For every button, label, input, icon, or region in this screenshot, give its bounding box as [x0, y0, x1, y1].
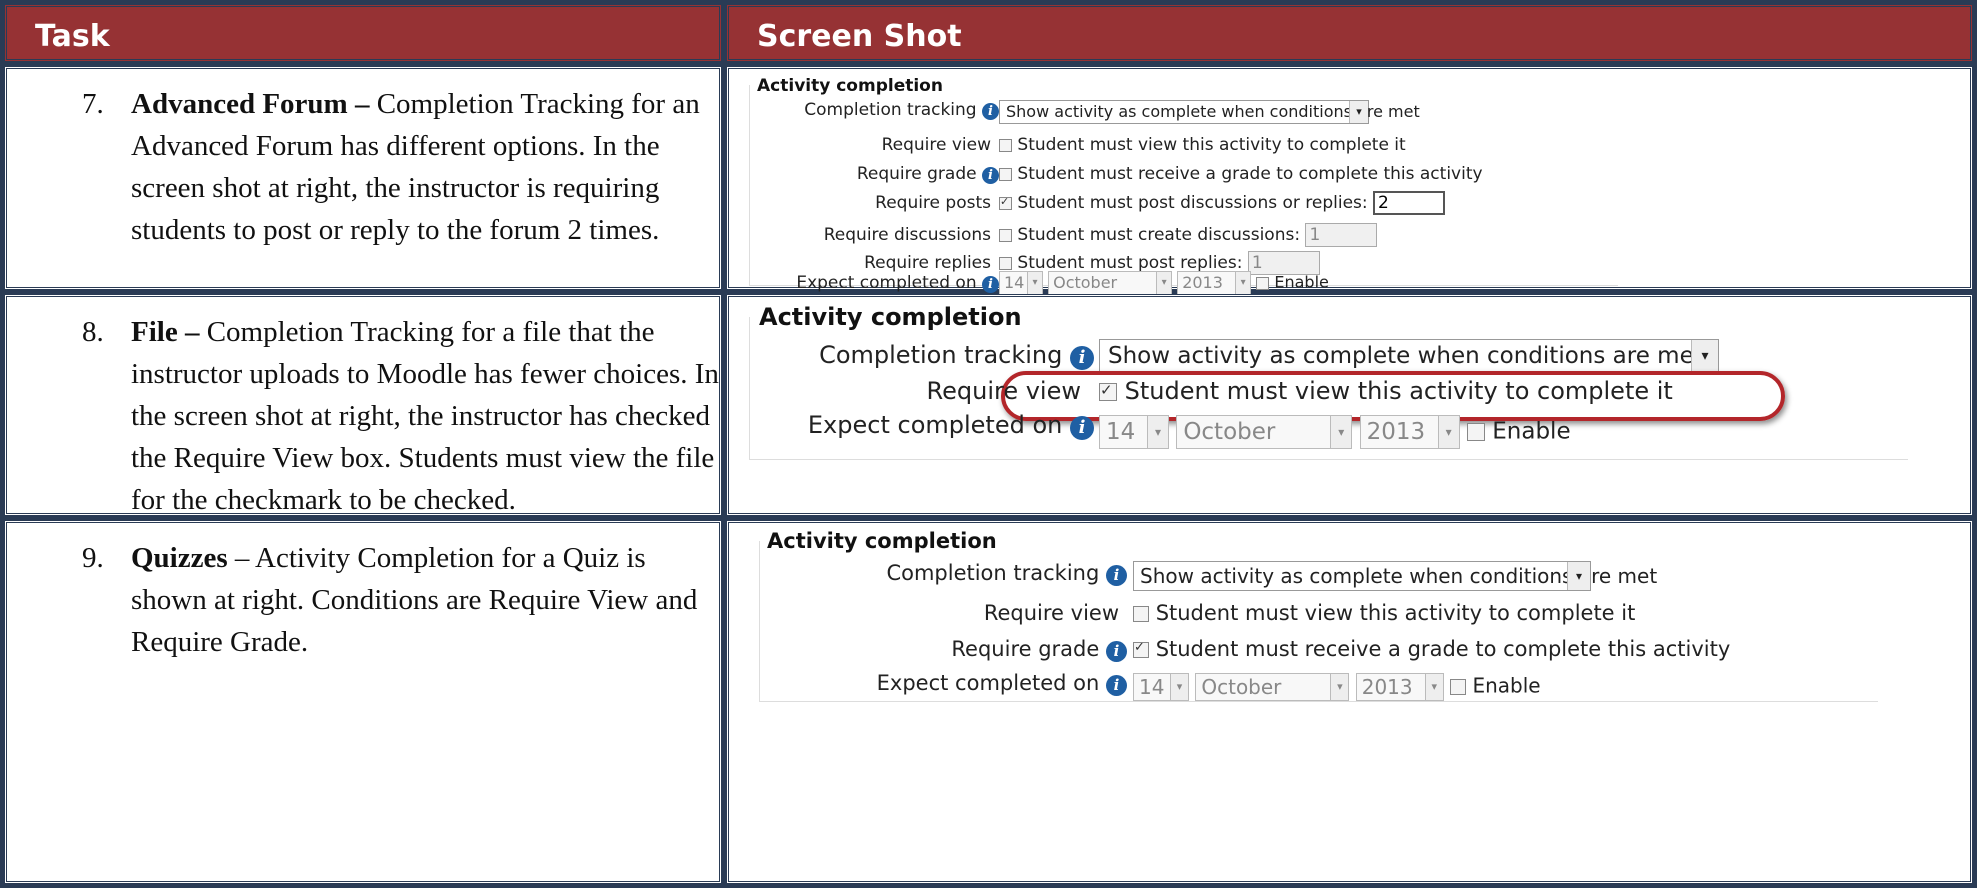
header-screenshot: Screen Shot — [726, 4, 1973, 62]
require-discussions-label: Require discussions — [823, 225, 991, 245]
completion-tracking-select[interactable]: Show activity as complete when condition… — [1133, 561, 1657, 591]
info-icon[interactable]: i — [1106, 565, 1127, 586]
month-select[interactable]: October ▾ — [1048, 271, 1173, 295]
require-grade-label: Require grade i — [857, 164, 999, 184]
task-title: File – — [131, 316, 200, 348]
screenshot-cell-8: Activity completion Completion tracking … — [726, 294, 1973, 516]
activity-completion-form-file: Activity completion Completion tracking … — [749, 301, 1909, 461]
task-title: Advanced Forum – — [131, 88, 370, 120]
fieldset-legend: Activity completion — [757, 76, 943, 96]
require-grade-option[interactable]: Student must receive a grade to complete… — [999, 164, 1483, 184]
require-grade-checkbox[interactable] — [1133, 640, 1149, 658]
screenshot-cell-7: Activity completion Completion tracking … — [726, 66, 1973, 295]
require-view-option[interactable]: Student must view this activity to compl… — [1099, 377, 1673, 405]
require-posts-option[interactable]: Student must post discussions or replies… — [999, 191, 1446, 215]
completion-tracking-select[interactable]: Show activity as complete when condition… — [999, 100, 1420, 124]
require-discussions-input[interactable]: 1 — [1305, 223, 1378, 247]
require-posts-checkbox[interactable] — [999, 195, 1012, 210]
instruction-table: Task Screen Shot 7. Advanced Forum – Com… — [0, 0, 1977, 888]
info-icon[interactable]: i — [1070, 346, 1094, 370]
dropdown-arrow-icon: ▾ — [1156, 272, 1172, 294]
year-select[interactable]: 2013 ▾ — [1355, 673, 1444, 701]
task-cell-7: 7. Advanced Forum – Completion Tracking … — [4, 66, 722, 290]
require-discussions-option[interactable]: Student must create discussions: 1 — [999, 223, 1378, 247]
require-posts-label: Require posts — [875, 193, 991, 213]
task-cell-9: 9. Quizzes – Activity Completion for a Q… — [4, 520, 722, 884]
month-select[interactable]: October ▾ — [1195, 673, 1350, 701]
expect-completed-fields: 14 ▾ October ▾ 2013 ▾ Enable — [999, 271, 1329, 295]
activity-completion-form-quiz: Activity completion Completion tracking … — [759, 527, 1879, 705]
completion-tracking-select[interactable]: Show activity as complete when condition… — [1099, 339, 1719, 373]
require-view-label: Require view — [881, 135, 991, 155]
dropdown-arrow-icon: ▾ — [1027, 272, 1042, 294]
task-text: Quizzes – Activity Completion for a Quiz… — [131, 537, 721, 663]
task-cell-8: 8. File – Completion Tracking for a file… — [4, 294, 722, 516]
screenshot-cell-9: Activity completion Completion tracking … — [726, 520, 1973, 884]
month-select[interactable]: October ▾ — [1176, 415, 1353, 449]
enable-label: Enable — [1472, 673, 1541, 698]
dropdown-arrow-icon: ▾ — [1330, 674, 1349, 700]
dropdown-arrow-icon: ▾ — [1147, 416, 1168, 448]
completion-tracking-label: Completion tracking i — [819, 341, 1094, 370]
task-description: Completion Tracking for a file that the … — [131, 316, 719, 516]
completion-tracking-label: Completion tracking i — [886, 561, 1127, 586]
task-number: 7. — [82, 88, 104, 120]
require-view-label: Require view — [983, 601, 1119, 625]
dropdown-arrow-icon: ▾ — [1567, 562, 1590, 590]
activity-completion-form-forum: Activity completion Completion tracking … — [749, 73, 1619, 295]
info-icon[interactable]: i — [1106, 675, 1127, 696]
info-icon[interactable]: i — [982, 276, 999, 293]
require-grade-label: Require grade i — [951, 637, 1127, 662]
task-number: 9. — [82, 542, 104, 574]
info-icon[interactable]: i — [982, 167, 999, 184]
info-icon[interactable]: i — [982, 103, 999, 120]
info-icon[interactable]: i — [1070, 416, 1094, 440]
expect-completed-fields: 14 ▾ October ▾ 2013 ▾ Enable — [1133, 673, 1541, 701]
task-title: Quizzes — [131, 542, 228, 574]
enable-checkbox[interactable] — [1450, 679, 1467, 695]
expect-completed-fields: 14 ▾ October ▾ 2013 ▾ Enable — [1099, 415, 1571, 449]
require-view-checkbox[interactable] — [1133, 606, 1149, 622]
year-select[interactable]: 2013 ▾ — [1359, 415, 1460, 449]
require-view-option[interactable]: Student must view this activity to compl… — [1133, 601, 1635, 625]
fieldset-legend: Activity completion — [759, 303, 1022, 331]
expect-completed-label: Expect completed on i — [877, 671, 1127, 696]
expect-completed-label: Expect completed on i — [796, 273, 999, 293]
require-posts-input[interactable]: 2 — [1373, 191, 1446, 215]
require-view-option[interactable]: Student must view this activity to compl… — [999, 135, 1406, 155]
dropdown-arrow-icon: ▾ — [1170, 674, 1188, 700]
require-view-checkbox[interactable] — [999, 138, 1012, 152]
require-grade-checkbox[interactable] — [999, 167, 1012, 181]
header-task: Task — [4, 4, 722, 62]
dropdown-arrow-icon: ▾ — [1330, 416, 1352, 448]
enable-checkbox[interactable] — [1466, 423, 1485, 441]
enable-label: Enable — [1492, 418, 1571, 445]
task-text: File – Completion Tracking for a file th… — [131, 311, 721, 521]
task-number: 8. — [82, 316, 104, 348]
require-replies-label: Require replies — [864, 253, 991, 273]
completion-tracking-label: Completion tracking i — [804, 100, 999, 120]
dropdown-arrow-icon: ▾ — [1437, 416, 1459, 448]
day-select[interactable]: 14 ▾ — [999, 271, 1043, 295]
require-replies-checkbox[interactable] — [999, 256, 1012, 270]
enable-checkbox[interactable] — [1256, 276, 1270, 290]
dropdown-arrow-icon: ▾ — [1691, 340, 1718, 372]
dropdown-arrow-icon: ▾ — [1424, 674, 1443, 700]
expect-completed-label: Expect completed on i — [808, 411, 1094, 440]
day-select[interactable]: 14 ▾ — [1133, 673, 1189, 701]
require-view-checkbox[interactable] — [1099, 381, 1117, 401]
day-select[interactable]: 14 ▾ — [1099, 415, 1169, 449]
dropdown-arrow-icon: ▾ — [1235, 272, 1251, 294]
enable-label: Enable — [1274, 272, 1329, 292]
info-icon[interactable]: i — [1106, 641, 1127, 662]
require-discussions-checkbox[interactable] — [999, 228, 1012, 242]
year-select[interactable]: 2013 ▾ — [1177, 271, 1252, 295]
require-view-label: Require view — [926, 377, 1081, 405]
fieldset-legend: Activity completion — [767, 529, 997, 553]
dropdown-arrow-icon: ▾ — [1349, 101, 1368, 123]
task-text: Advanced Forum – Completion Tracking for… — [131, 83, 721, 251]
require-grade-option[interactable]: Student must receive a grade to complete… — [1133, 637, 1730, 661]
